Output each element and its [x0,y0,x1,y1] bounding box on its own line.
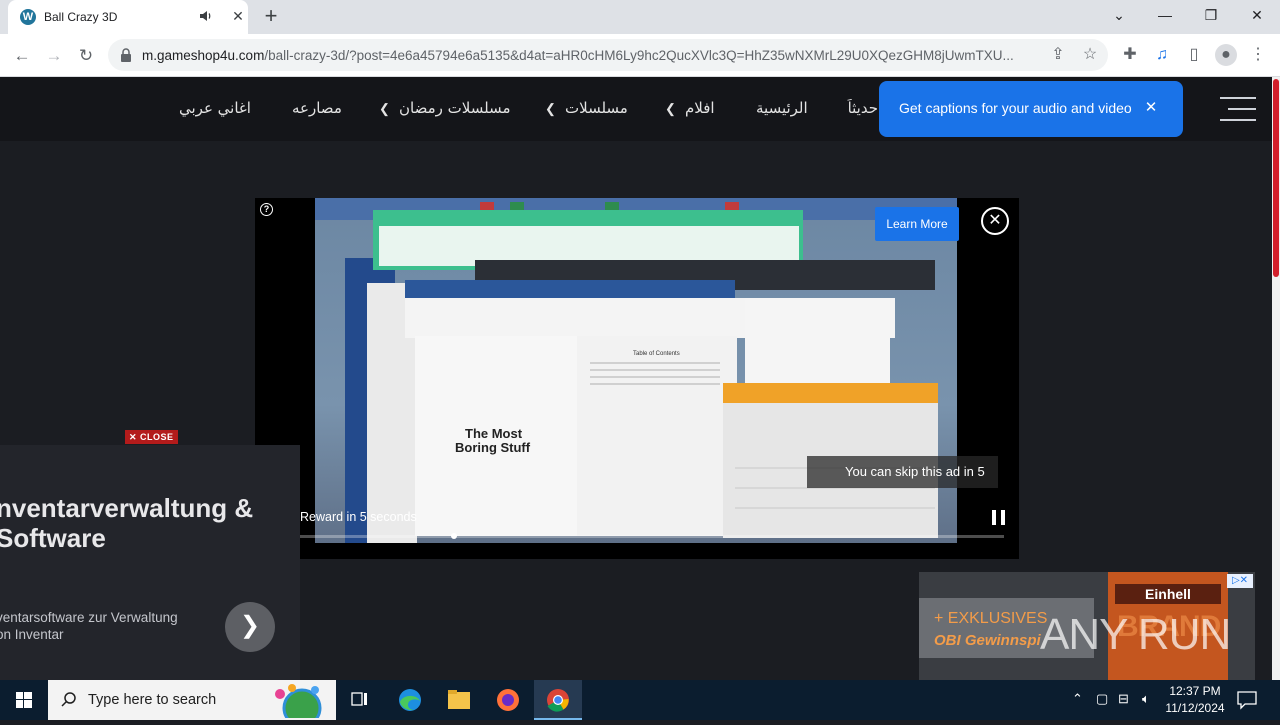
tray-device-icon[interactable]: ▢ [1096,691,1108,707]
ad-info-help-icon[interactable]: ? [260,203,273,216]
chevron-left-icon: ❮ [545,101,556,116]
learn-more-button[interactable]: Learn More [875,207,959,241]
tab-close-icon[interactable]: ✕ [228,6,248,26]
reward-countdown: Reward in 5 seconds [300,510,417,524]
anyrun-watermark: ANY RUN [1040,610,1231,659]
browser-tab[interactable]: W Ball Crazy 3D ✕ [8,0,248,34]
browser-toolbar: ← → ↻ m.gameshop4u.com/ball-crazy-3d/?po… [0,34,1280,77]
scrollbar-thumb[interactable] [1273,79,1279,277]
live-caption-promo-bubble: Get captions for your audio and video ✕ [879,81,1183,137]
tab-strip: W Ball Crazy 3D ✕ + ⌄ — ❐ ✕ [0,0,1280,34]
network-icon[interactable]: ⊟ [1118,691,1129,707]
einhell-logo: Einhell [1115,584,1221,604]
firefox-icon[interactable] [484,680,532,720]
chevron-left-icon: ❮ [379,101,390,116]
nav-item-home[interactable]: الرئيسية [756,99,808,117]
clock-date: 11/12/2024 [1165,701,1225,715]
wordpress-favicon-icon: W [20,9,36,25]
nav-item-ramadan-series[interactable]: مسلسلات رمضان [399,99,510,117]
close-window-button[interactable]: ✕ [1234,0,1280,30]
extensions-icon[interactable]: ✚ [1119,44,1141,66]
chevron-left-icon: ❮ [665,101,676,116]
ad-line-exclusive: + EXKLUSIVES [934,610,1048,627]
video-screen-capture: The Most Boring Stuff Table of Contents [315,198,957,543]
volume-tray-icon[interactable]: 🔈︎ [1142,691,1150,707]
address-bar[interactable]: m.gameshop4u.com/ball-crazy-3d/?post=4e6… [108,39,1108,71]
search-highlight-globe-icon [275,684,322,718]
clock-time: 12:37 PM [1169,684,1221,698]
video-doc-title-line2: Boring Stuff [455,440,531,455]
ad-progress-bar [270,533,1004,539]
ad-progress-marker [451,533,457,539]
new-tab-button[interactable]: + [258,4,284,30]
notification-center-icon[interactable] [1236,690,1258,710]
windows-taskbar: Type here to search ⌃ ▢ ⊟ 🔈︎ 12:37 PM 11… [0,680,1280,720]
nav-item-movies[interactable]: افلام [685,99,715,117]
adchoices-icon[interactable]: ▷✕ [1227,574,1253,588]
chrome-icon[interactable] [534,680,582,720]
reload-button[interactable]: ↻ [72,42,100,70]
ad-close-button[interactable]: ✕ CLOSE [125,430,178,444]
search-icon [61,692,76,707]
skip-ad-countdown: You can skip this ad in 5 [807,456,998,488]
captions-bubble-close-icon[interactable]: ✕ [1141,98,1161,118]
edge-browser-icon[interactable] [386,680,434,720]
bookmark-star-icon[interactable]: ☆ [1079,44,1101,66]
url-text: m.gameshop4u.com/ball-crazy-3d/?post=4e6… [142,48,1014,63]
minimize-button[interactable]: — [1142,0,1188,30]
windows-start-icon[interactable] [0,680,48,720]
pause-icon[interactable] [992,510,1006,525]
hamburger-menu-icon[interactable] [1220,97,1256,123]
taskbar-clock[interactable]: 12:37 PM 11/12/2024 [1160,683,1230,717]
tray-chevron-up-icon[interactable]: ⌃ [1072,691,1083,707]
side-panel-icon[interactable]: ▯ [1183,44,1205,66]
taskbar-search-box[interactable]: Type here to search [48,680,336,720]
video-toc-heading: Table of Contents [633,351,680,357]
nav-item-arabic-songs[interactable]: اغاني عربي [179,99,251,117]
menu-kebab-icon[interactable]: ⋮ [1247,44,1269,66]
page-scrollbar[interactable] [1272,77,1280,680]
ad-headline: nventarverwaltung & Software [0,493,254,553]
ad-close-icon[interactable]: ✕ [981,207,1009,235]
inventory-software-ad[interactable]: nventarverwaltung & Software ventarsoftwa… [0,445,300,680]
task-view-icon[interactable] [336,680,384,720]
ad-video-frame: The Most Boring Stuff Table of Contents [315,198,957,543]
tab-search-chevron-icon[interactable]: ⌄ [1096,0,1142,30]
forward-button[interactable]: → [40,42,68,70]
lock-icon [121,48,131,62]
profile-avatar-icon[interactable]: ● [1215,44,1237,66]
video-doc-title-line1: The Most [465,426,523,441]
restore-button[interactable]: ❐ [1188,0,1234,30]
ad-line-contest: OBI Gewinnspi [934,632,1041,649]
search-placeholder: Type here to search [88,692,217,708]
ad-subtext: ventarsoftware zur Verwaltung on Inventar [0,610,178,642]
media-control-icon[interactable]: ♫ [1151,44,1173,66]
back-button[interactable]: ← [8,42,36,70]
ad-video-player[interactable]: The Most Boring Stuff Table of Contents … [255,198,1019,559]
nav-item-series[interactable]: مسلسلات [565,99,628,117]
captions-promo-text: Get captions for your audio and video [899,100,1132,116]
ad-arrow-right-icon[interactable]: ❯ [225,602,275,652]
file-explorer-icon[interactable] [435,680,483,720]
nav-item-wrestling[interactable]: مصارعه [292,99,342,117]
tab-title: Ball Crazy 3D [44,10,118,24]
audio-playing-icon[interactable] [198,8,214,24]
nav-item-latest[interactable]: حديثاً [844,99,878,117]
share-icon[interactable]: ⇪ [1047,44,1069,66]
